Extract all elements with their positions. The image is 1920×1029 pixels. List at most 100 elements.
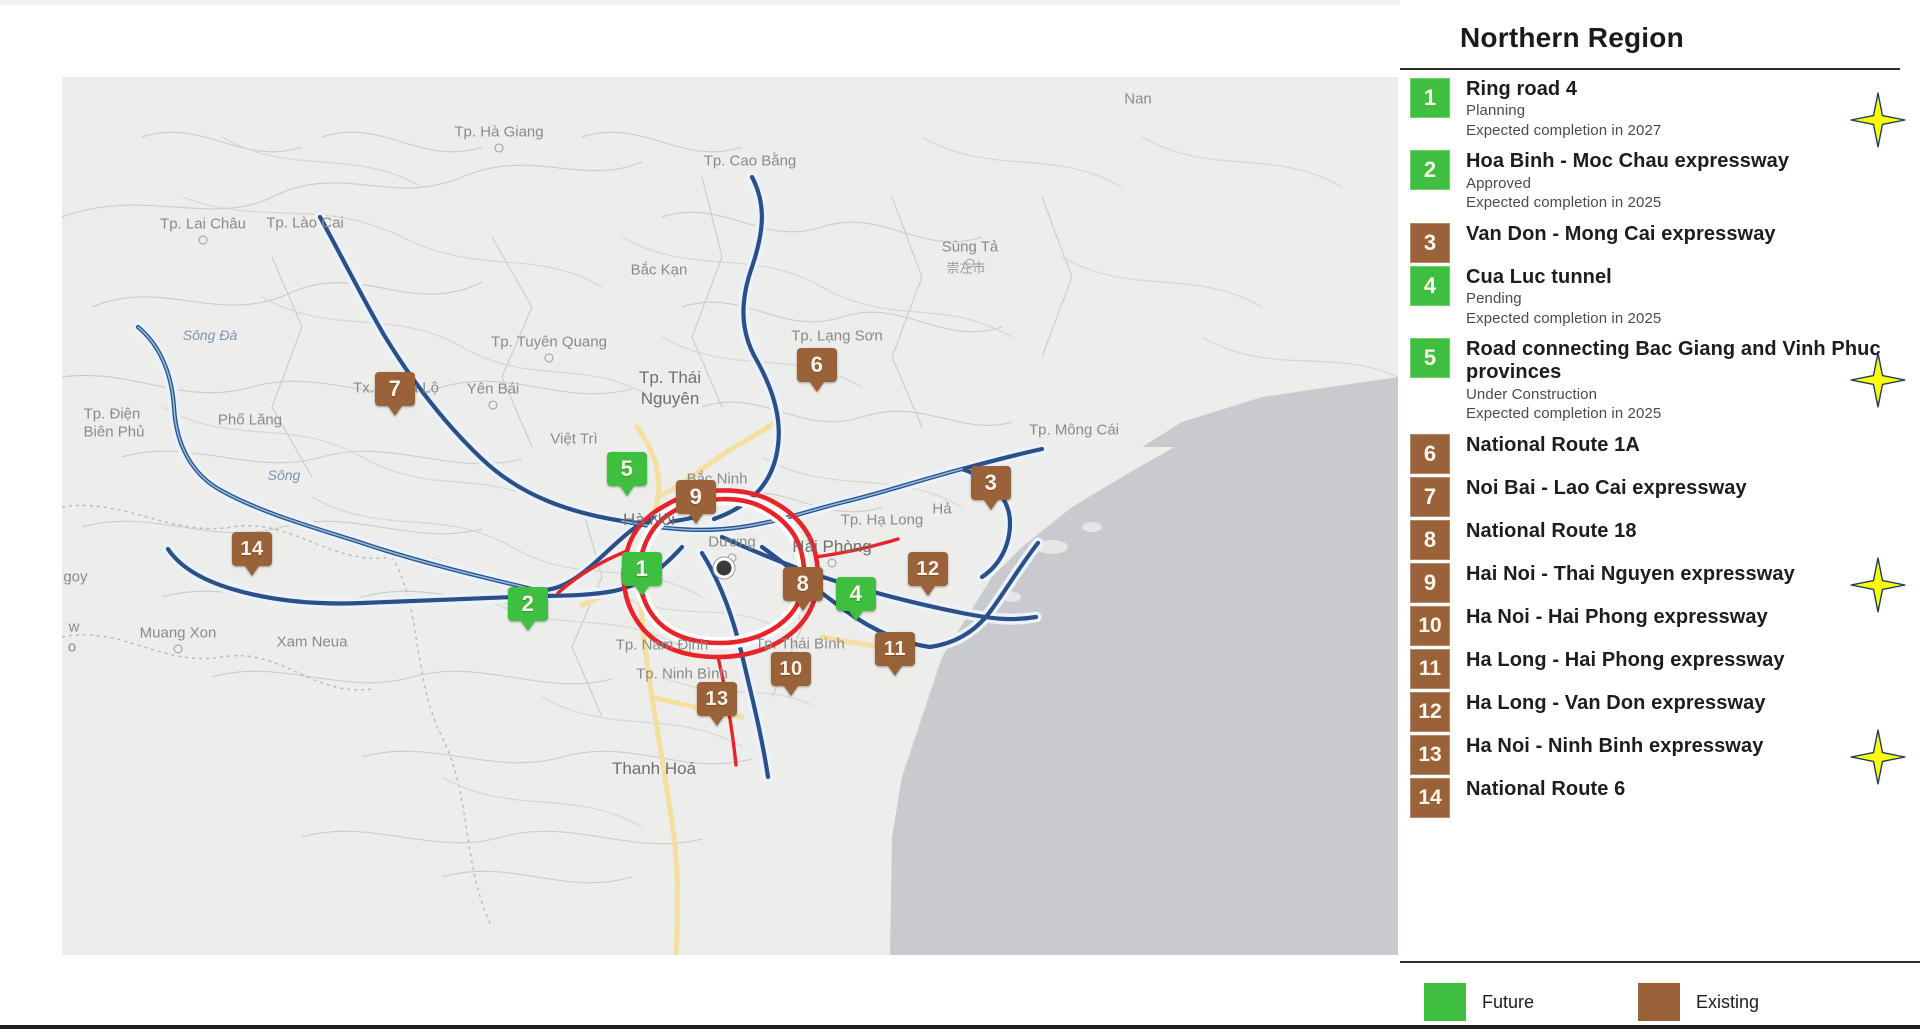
legend-item-name: National Route 1A [1466, 434, 1920, 457]
legend-badge-14: 14 [1410, 778, 1450, 818]
legend-text-block: Cua Luc tunnelPendingExpected completion… [1466, 266, 1920, 328]
legend-item-name: Ha Long - Hai Phong expressway [1466, 649, 1920, 672]
legend-badge-3: 3 [1410, 223, 1450, 263]
legend-badge-5: 5 [1410, 338, 1450, 378]
map-marker-2[interactable]: 2 [507, 586, 549, 632]
legend-item-eta: Expected completion in 2025 [1466, 194, 1920, 213]
legend-item-name: Ha Noi - Hai Phong expressway [1466, 606, 1920, 629]
map-city-dot [495, 144, 504, 153]
highlight-star-icon [1850, 557, 1906, 613]
map-marker-10[interactable]: 10 [770, 651, 812, 697]
legend-text-block: Ha Noi - Hai Phong expressway [1466, 606, 1920, 629]
map-marker-1[interactable]: 1 [621, 551, 663, 597]
map-pin-icon [606, 451, 648, 497]
map-marker-6[interactable]: 6 [796, 347, 838, 393]
map-pin-icon [970, 465, 1012, 511]
legend-item-3[interactable]: 3 Van Don - Mong Cai expressway [1400, 223, 1920, 263]
divider-top [1400, 68, 1900, 70]
legend-item-list[interactable]: 1Ring road 4PlanningExpected completion … [1400, 78, 1920, 821]
map-marker-8[interactable]: 8 [782, 566, 824, 612]
legend-badge-10: 10 [1410, 606, 1450, 646]
legend-badge-9: 9 [1410, 563, 1450, 603]
map-marker-9[interactable]: 9 [675, 479, 717, 525]
legend-badge-13: 13 [1410, 735, 1450, 775]
map-marker-5[interactable]: 5 [606, 451, 648, 497]
legend-text-block: Hoa Binh - Moc Chau expressway ApprovedEx… [1466, 150, 1920, 212]
legend-item-11[interactable]: 11 Ha Long - Hai Phong expressway [1400, 649, 1920, 689]
hanoi-city-dot [714, 558, 735, 579]
legend-badge-12: 12 [1410, 692, 1450, 732]
legend-badge-8: 8 [1410, 520, 1450, 560]
map-city-dot [174, 645, 183, 654]
divider-bottom [1400, 961, 1920, 963]
map-city-dot [545, 354, 554, 363]
legend-item-8[interactable]: 8 National Route 18 [1400, 520, 1920, 560]
map-city-dot [489, 401, 498, 410]
map-marker-14[interactable]: 14 [231, 531, 273, 577]
map-pin-icon [621, 551, 663, 597]
legend-item-1[interactable]: 1Ring road 4PlanningExpected completion … [1400, 78, 1920, 140]
legend-item-name: Ha Long - Van Don expressway [1466, 692, 1920, 715]
legend-badge-4: 4 [1410, 266, 1450, 306]
legend-text-block: Ha Long - Hai Phong expressway [1466, 649, 1920, 672]
existing-color-swatch [1638, 983, 1680, 1021]
legend-item-9[interactable]: 9Hai Noi - Thai Nguyen expressway [1400, 563, 1920, 603]
map-canvas[interactable]: Tp. Hà GiangTp. Cao BằngTp. Lai ChâuTp. … [62, 77, 1398, 955]
map-city-dot [966, 259, 975, 268]
legend-item-eta: Expected completion in 2025 [1466, 310, 1920, 329]
legend-text-block: National Route 18 [1466, 520, 1920, 543]
legend-text-block: Ha Long - Van Don expressway [1466, 692, 1920, 715]
map-city-dot [828, 559, 837, 568]
map-pin-icon [835, 576, 877, 622]
legend-item-12[interactable]: 12 Ha Long - Van Don expressway [1400, 692, 1920, 732]
legend-footer: Future Existing [1400, 975, 1920, 1029]
legend-item-status: Approved [1466, 175, 1920, 194]
legend-item-10[interactable]: 10 Ha Noi - Hai Phong expressway [1400, 606, 1920, 646]
map-city-dot [199, 236, 208, 245]
future-label: Future [1482, 992, 1534, 1013]
screenshot-bottom-edge [0, 1025, 1920, 1029]
highlight-star-icon [1850, 352, 1906, 408]
map-marker-13[interactable]: 13 [696, 681, 738, 727]
legend-item-name: Cua Luc tunnel [1466, 266, 1920, 289]
map-marker-4[interactable]: 4 [835, 576, 877, 622]
future-color-swatch [1424, 983, 1466, 1021]
legend-text-block: National Route 6 [1466, 778, 1920, 801]
map-pin-icon [907, 551, 949, 597]
existing-label: Existing [1696, 992, 1759, 1013]
legend-item-2[interactable]: 2 Hoa Binh - Moc Chau expressway ApprovedE… [1400, 150, 1920, 212]
legend-item-6[interactable]: 6 National Route 1A [1400, 434, 1920, 474]
highlight-star-icon [1850, 729, 1906, 785]
legend-badge-1: 1 [1410, 78, 1450, 118]
map-marker-3[interactable]: 3 [970, 465, 1012, 511]
legend-badge-7: 7 [1410, 477, 1450, 517]
legend-item-name: National Route 6 [1466, 778, 1920, 801]
legend-item-name: Hoa Binh - Moc Chau expressway [1466, 150, 1920, 173]
map-marker-7[interactable]: 7 [374, 371, 416, 417]
map-pin-icon [796, 347, 838, 393]
map-pin-icon [374, 371, 416, 417]
legend-badge-2: 2 [1410, 150, 1450, 190]
legend-badge-6: 6 [1410, 434, 1450, 474]
legend-panel: Northern Region 1Ring road 4PlanningExpe… [1400, 0, 1920, 1029]
legend-item-14[interactable]: 14 National Route 6 [1400, 778, 1920, 818]
legend-badge-11: 11 [1410, 649, 1450, 689]
legend-item-13[interactable]: 13Ha Noi - Ninh Binh expressway [1400, 735, 1920, 775]
legend-item-status: Pending [1466, 290, 1920, 309]
legend-text-block: Noi Bai - Lao Cai expressway [1466, 477, 1920, 500]
legend-item-4[interactable]: 4 Cua Luc tunnelPendingExpected completio… [1400, 266, 1920, 328]
legend-item-5[interactable]: 5Road connecting Bac Giang and Vinh Phuc… [1400, 338, 1920, 424]
legend-item-name: National Route 18 [1466, 520, 1920, 543]
legend-text-block: Van Don - Mong Cai expressway [1466, 223, 1920, 246]
map-marker-12[interactable]: 12 [907, 551, 949, 597]
map-marker-11[interactable]: 11 [874, 631, 916, 677]
map-pin-icon [874, 631, 916, 677]
map-pin-icon [507, 586, 549, 632]
map-pin-icon [696, 681, 738, 727]
map-pin-icon [675, 479, 717, 525]
legend-item-name: Noi Bai - Lao Cai expressway [1466, 477, 1920, 500]
legend-item-name: Van Don - Mong Cai expressway [1466, 223, 1920, 246]
legend-item-7[interactable]: 7 Noi Bai - Lao Cai expressway [1400, 477, 1920, 517]
highlight-star-icon [1850, 92, 1906, 148]
map-pin-icon [231, 531, 273, 577]
